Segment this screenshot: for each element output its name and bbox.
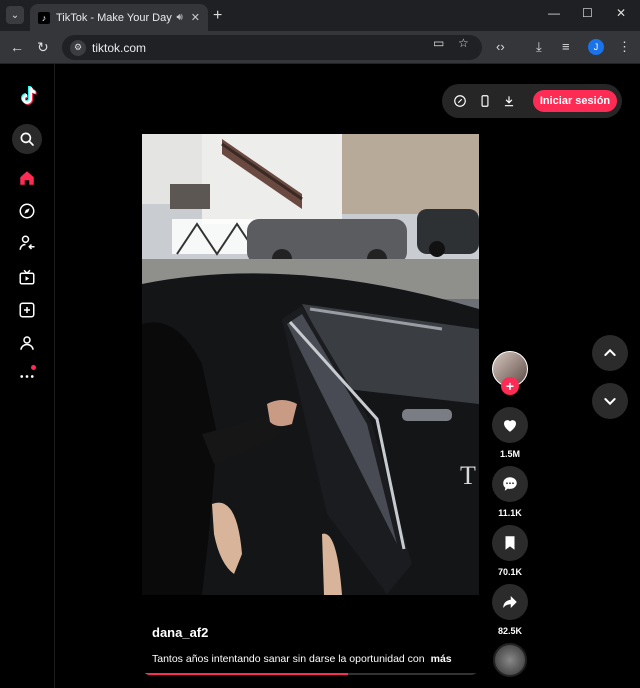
save-count: 70.1K	[497, 567, 523, 577]
address-bar[interactable]: ⚙ tiktok.com	[62, 35, 482, 60]
sidebar	[0, 64, 55, 688]
media-controls-icon[interactable]: ≡	[562, 39, 570, 54]
coin-icon[interactable]	[453, 94, 467, 108]
video-caption: Tantos años intentando sanar sin darse l…	[152, 653, 452, 665]
browser-tabstrip: ⌄ ♪ TikTok - Make Your Day 🔊︎ ✕ + — ☐ ✕	[0, 0, 640, 31]
comment-count: 11.1K	[498, 508, 522, 518]
chevron-down-icon	[604, 398, 616, 406]
mobile-app-icon[interactable]	[478, 94, 492, 108]
tab-search-button[interactable]: ⌄	[6, 6, 24, 24]
sidebar-item-following[interactable]	[12, 228, 42, 258]
compass-icon	[19, 203, 35, 219]
sidebar-item-more[interactable]	[12, 360, 42, 390]
url-text: tiktok.com	[92, 40, 147, 55]
share-count: 82.5K	[497, 626, 523, 636]
video-card: T dana_af2 Tantos años intentando sanar …	[142, 79, 479, 675]
comment-button[interactable]	[492, 466, 528, 502]
minimize-button[interactable]: —	[548, 6, 560, 20]
previous-video-button[interactable]	[592, 335, 628, 371]
site-info-icon[interactable]: ⚙	[70, 39, 86, 56]
heart-icon	[504, 420, 516, 432]
sound-disc-icon[interactable]	[493, 643, 527, 677]
maximize-button[interactable]: ☐	[582, 6, 593, 20]
sidebar-item-profile[interactable]	[12, 328, 42, 358]
bookmark-icon	[505, 536, 515, 550]
top-action-bar: Iniciar sesión	[442, 84, 622, 118]
tab-title: TikTok - Make Your Day	[56, 11, 172, 24]
sidebar-item-upload[interactable]	[12, 295, 42, 325]
chevron-up-icon	[604, 348, 616, 356]
caption-text: Tantos años intentando sanar sin darse l…	[152, 653, 425, 665]
video-progress-fill	[142, 673, 348, 675]
notification-dot	[31, 365, 36, 370]
download-icon[interactable]: ⤓	[536, 39, 542, 55]
search-button[interactable]	[12, 124, 42, 154]
video-username[interactable]: dana_af2	[152, 625, 208, 640]
back-icon[interactable]: ←	[10, 39, 24, 55]
download-app-icon[interactable]	[502, 94, 516, 108]
sidebar-item-explore[interactable]	[12, 196, 42, 226]
reload-icon[interactable]: ↻	[37, 39, 49, 56]
profile-icon	[20, 336, 34, 350]
login-button[interactable]: Iniciar sesión	[533, 90, 617, 112]
tiktok-favicon-icon: ♪	[38, 11, 50, 24]
tiktok-logo-icon[interactable]	[16, 84, 40, 108]
video-frame-image: T	[142, 134, 479, 595]
sidebar-item-live[interactable]	[12, 262, 42, 292]
next-video-button[interactable]	[592, 383, 628, 419]
share-button[interactable]	[492, 584, 528, 620]
sidebar-item-home[interactable]	[12, 163, 42, 193]
browser-tab[interactable]: ♪ TikTok - Make Your Day 🔊︎ ✕	[30, 4, 208, 31]
install-app-icon[interactable]: ▭	[433, 36, 444, 50]
close-window-button[interactable]: ✕	[616, 6, 626, 20]
profile-avatar[interactable]: J	[588, 39, 604, 55]
search-icon	[20, 132, 34, 146]
video-player[interactable]: T	[142, 134, 479, 595]
share-arrow-icon	[503, 596, 517, 608]
like-count: 1.5M	[499, 449, 520, 459]
svg-text:T: T	[460, 461, 476, 490]
following-icon	[19, 235, 35, 250]
upload-plus-icon	[19, 302, 35, 318]
caption-more-link[interactable]: más	[431, 653, 452, 665]
comment-icon	[503, 477, 517, 491]
tiktok-page: T dana_af2 Tantos años intentando sanar …	[0, 64, 640, 688]
save-button[interactable]	[492, 525, 528, 561]
new-tab-button[interactable]: +	[213, 7, 222, 25]
tab-close-icon[interactable]: ✕	[191, 11, 200, 24]
tab-audio-icon[interactable]: 🔊︎	[176, 12, 182, 23]
browser-toolbar: ← ↻ ⚙ tiktok.com ▭ ☆ ‹› ⤓ ≡ J ⋮	[0, 31, 640, 64]
home-icon	[20, 171, 34, 185]
video-progress-bar[interactable]	[142, 673, 479, 675]
devtools-icon[interactable]: ‹›	[496, 39, 505, 54]
follow-plus-icon[interactable]: +	[501, 377, 519, 395]
bookmark-star-icon[interactable]: ☆	[458, 36, 469, 50]
like-button[interactable]	[492, 407, 528, 443]
menu-icon[interactable]: ⋮	[618, 39, 631, 55]
live-tv-icon	[19, 269, 35, 285]
